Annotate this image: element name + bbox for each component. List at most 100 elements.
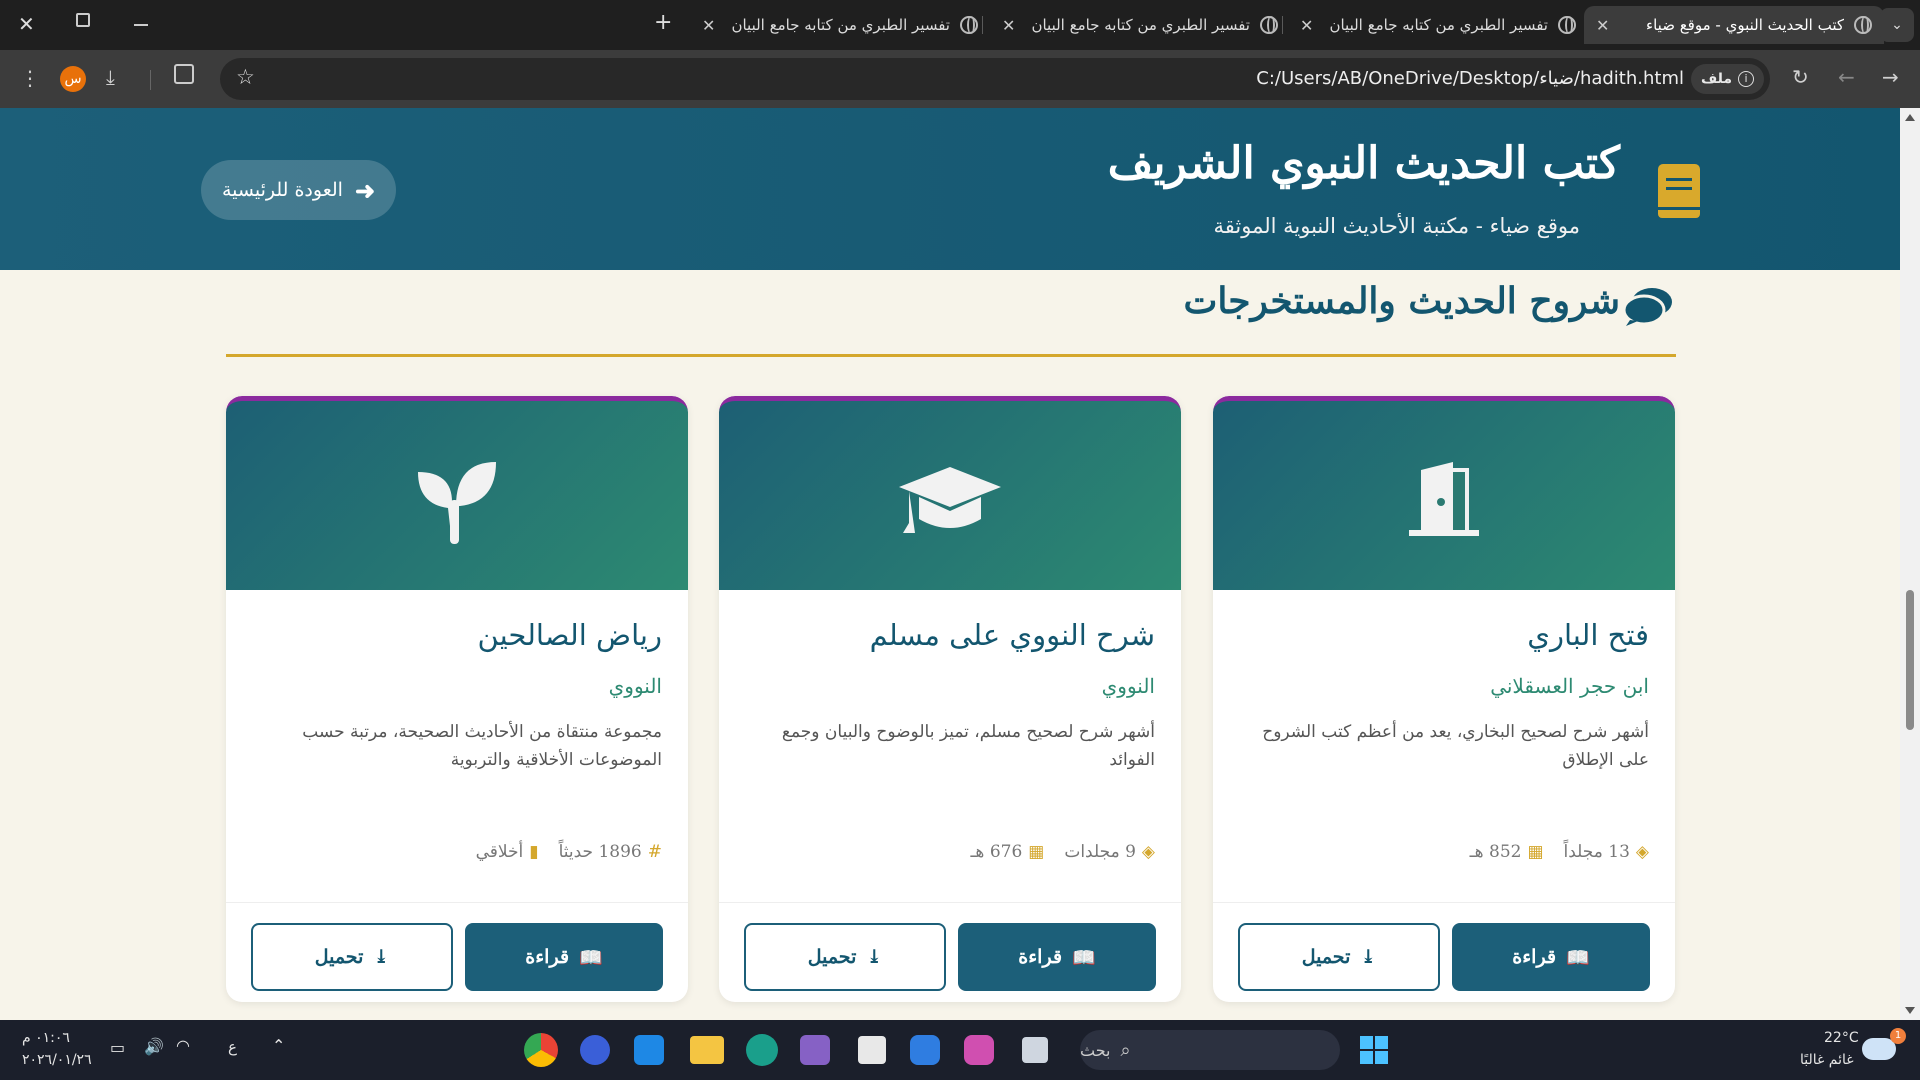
card-description: مجموعة منتقاة من الأحاديث الصحيحة، مرتبة… [302,722,662,770]
download-icon: ⤓ [373,946,390,968]
file-explorer-icon[interactable] [690,1036,724,1064]
volume-icon[interactable]: 🔊 [144,1037,164,1056]
app-icon-10[interactable] [1022,1037,1048,1063]
card-title: فتح الباري [1527,618,1649,652]
calendar-icon: ▦ [1527,842,1544,862]
new-tab-button[interactable]: + [654,10,672,35]
site-info-chip[interactable]: i ملف [1690,64,1764,94]
comments-icon [1622,288,1672,326]
window-minimize-icon[interactable] [134,24,148,26]
book-card-sharh-nawawi: شرح النووي على مسلم النووي أشهر شرح لصحي… [719,396,1181,1002]
door-open-icon [1409,462,1479,536]
address-url[interactable]: C:/Users/AB/OneDrive/Desktop/ضياء/hadith… [1256,68,1684,89]
tab-title: كتب الحديث النبوي - موقع ضياء [1646,16,1844,34]
vscode-app-icon[interactable] [634,1035,664,1065]
tab-close-icon[interactable]: ✕ [702,16,715,35]
weather-desc[interactable]: غائم غالبًا [1800,1052,1854,1068]
tab-search-button[interactable]: ⌄ [1880,8,1914,42]
menu-kebab-icon[interactable]: ⋮ [20,66,40,90]
graduation-cap-icon [899,467,1001,533]
office-app-icon[interactable] [964,1035,994,1065]
edge-app-icon[interactable] [746,1034,778,1066]
volumes-count: 13 مجلداً [1563,842,1630,862]
chrome-app-icon[interactable] [524,1033,558,1067]
forward-arrow-icon[interactable]: → [1882,65,1899,89]
bookmark-star-icon[interactable]: ☆ [236,65,255,89]
weather-temp[interactable]: 22°C [1824,1030,1859,1046]
card-title: رياض الصالحين [477,618,662,652]
card-description: أشهر شرح لصحيح البخاري، يعد من أعظم كتب … [1262,722,1649,770]
chevron-up-icon[interactable]: ⌃ [272,1036,285,1055]
hijri-year: 852 هـ [1469,842,1522,862]
window-restore-icon[interactable] [76,13,90,27]
weather-cloud-icon[interactable] [1862,1038,1896,1060]
tab-close-icon[interactable]: ✕ [1002,16,1015,35]
read-button[interactable]: 📖 قراءة [1452,923,1650,991]
profile-avatar[interactable]: س [60,66,86,92]
download-icon: ⤓ [866,946,883,968]
section-divider [226,354,1676,357]
site-subtitle: موقع ضياء - مكتبة الأحاديث النبوية الموث… [1213,214,1581,238]
globe-icon [1558,16,1576,34]
tab-3[interactable]: تفسير الطبري من كتابه جامع البيان ✕ [990,6,1290,44]
scrollbar-thumb[interactable] [1906,590,1914,730]
book-card-riyad-alsalihin: رياض الصالحين النووي مجموعة منتقاة من ال… [226,396,688,1002]
book-card-fath-albari: فتح الباري ابن حجر العسقلاني أشهر شرح لص… [1213,396,1675,1002]
download-button[interactable]: ⤓ تحميل [744,923,946,991]
copilot-app-icon[interactable] [580,1035,610,1065]
window-close-icon[interactable]: ✕ [18,12,35,36]
back-button-label: العودة للرئيسية [221,179,343,201]
tab-title: تفسير الطبري من كتابه جامع البيان [731,16,950,34]
globe-icon [1260,16,1278,34]
tab-4[interactable]: تفسير الطبري من كتابه جامع البيان ✕ [690,6,990,44]
notification-badge[interactable]: 1 [1890,1028,1906,1044]
seedling-icon [418,462,496,544]
tab-1-active[interactable]: كتب الحديث النبوي - موقع ضياء ✕ [1584,6,1884,44]
page-scrollbar[interactable] [1900,108,1920,1020]
card-title: شرح النووي على مسلم [869,618,1155,652]
open-book-icon: 📖 [1566,946,1590,969]
address-bar[interactable]: ☆ C:/Users/AB/OneDrive/Desktop/ضياء/hadi… [220,58,1770,100]
card-author: ابن حجر العسقلاني [1490,674,1649,698]
windows-start-icon[interactable] [1360,1036,1388,1064]
store-app-icon[interactable] [858,1036,886,1064]
extensions-icon[interactable] [174,64,194,84]
download-icon[interactable]: ⤓ [106,65,115,89]
scroll-up-arrow-icon[interactable] [1905,114,1915,121]
card-description: أشهر شرح لصحيح مسلم، تميز بالوضوح والبيا… [781,722,1155,770]
layers-icon: ◈ [1141,842,1155,862]
clock-time[interactable]: ٠١:٠٦ م [22,1030,70,1046]
download-label: تحميل [1301,946,1351,968]
windows-taskbar: ٠١:٠٦ م ٢٠٢٦/٠١/٢٦ ▭ 🔊 ◠ ع ⌃ ⌕ بحث 22°C … [0,1020,1920,1080]
back-arrow-icon[interactable]: ← [1838,65,1855,89]
battery-icon[interactable]: ▭ [110,1038,125,1057]
browser-tab-bar: ✕ + تفسير الطبري من كتابه جامع البيان ✕ … [0,0,1920,50]
read-button[interactable]: 📖 قراءة [465,923,663,991]
page-viewport: كتب الحديث النبوي الشريف موقع ضياء - مكت… [0,108,1900,1020]
card-banner [1213,396,1675,590]
browser-toolbar: ⋮ س ⤓ ☆ C:/Users/AB/OneDrive/Desktop/ضيا… [0,50,1920,108]
download-button[interactable]: ⤓ تحميل [1238,923,1440,991]
wifi-icon[interactable]: ◠ [176,1036,190,1055]
tab-close-icon[interactable]: ✕ [1300,16,1313,35]
arrow-right-icon: ➜ [354,175,376,205]
tab-2[interactable]: تفسير الطبري من كتابه جامع البيان ✕ [1288,6,1588,44]
clock-date[interactable]: ٢٠٢٦/٠١/٢٦ [22,1052,92,1068]
bookmark-icon: ▮ [529,842,539,862]
card-banner [719,396,1181,590]
scroll-down-arrow-icon[interactable] [1905,1007,1915,1014]
back-to-home-button[interactable]: ➜ العودة للرئيسية [201,160,396,220]
tab-title: تفسير الطبري من كتابه جامع البيان [1031,16,1250,34]
tab-close-icon[interactable]: ✕ [1596,16,1609,35]
input-language[interactable]: ع [228,1038,237,1056]
card-author: النووي [608,674,662,698]
card-author: النووي [1101,674,1155,698]
read-button[interactable]: 📖 قراءة [958,923,1156,991]
app-icon-8[interactable] [910,1035,940,1065]
download-button[interactable]: ⤓ تحميل [251,923,453,991]
taskbar-search[interactable]: ⌕ بحث [1080,1030,1340,1070]
book-category: أخلاقي [475,842,524,862]
visual-studio-icon[interactable] [800,1035,830,1065]
reload-icon[interactable]: ↻ [1792,65,1809,89]
download-label: تحميل [807,946,857,968]
